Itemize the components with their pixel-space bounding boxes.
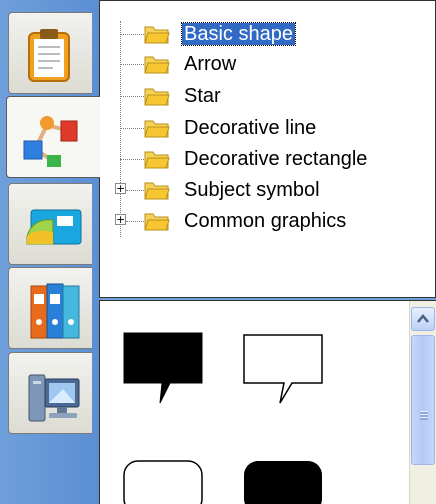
- vertical-scrollbar[interactable]: [409, 301, 436, 504]
- tree-item-label: Star: [184, 85, 221, 107]
- binders-icon: [30, 283, 80, 339]
- computer-icon: [28, 374, 80, 422]
- rounded-rectangle-outline[interactable]: [122, 459, 206, 504]
- folder-icon: [144, 151, 170, 169]
- scroll-thumb[interactable]: [411, 335, 435, 465]
- side-tab-strip: [0, 0, 100, 504]
- tree-connector-line: [120, 21, 121, 237]
- speech-bubble-black[interactable]: [122, 331, 206, 407]
- tree-item-label: Arrow: [184, 53, 237, 75]
- speech-bubble-outline[interactable]: [242, 333, 326, 409]
- shapes-connector-icon: [23, 116, 78, 167]
- rounded-rectangle-black[interactable]: [242, 459, 326, 504]
- folder-icon: [144, 26, 170, 44]
- tree-item-label: Basic shape: [181, 22, 296, 46]
- folder-icon: [144, 88, 170, 106]
- shape-category-tree[interactable]: Basic shape Arrow Star Decorative line D: [99, 0, 436, 298]
- tree-item-label: Subject symbol: [184, 179, 320, 201]
- expand-plus-icon[interactable]: +: [115, 183, 126, 194]
- tab-computer[interactable]: [8, 352, 92, 434]
- tab-clipboard[interactable]: [8, 12, 92, 94]
- cards-icon: [26, 209, 82, 245]
- grip-icon: [420, 411, 428, 420]
- tab-shapes[interactable]: [6, 96, 100, 178]
- chevron-up-icon: [417, 314, 429, 323]
- folder-icon: [144, 182, 170, 200]
- clipboard-icon: [28, 29, 70, 82]
- tree-item-label: Decorative line: [184, 117, 317, 139]
- folder-icon: [144, 213, 170, 231]
- tree-item-label: Common graphics: [184, 210, 347, 232]
- folder-icon: [144, 56, 170, 74]
- folder-icon: [144, 120, 170, 138]
- tree-item-label: Decorative rectangle: [184, 148, 368, 170]
- expand-plus-icon[interactable]: +: [115, 214, 126, 225]
- tab-cards[interactable]: [8, 183, 92, 265]
- tab-binders[interactable]: [8, 267, 92, 349]
- shape-gallery: [99, 300, 436, 504]
- scroll-up-button[interactable]: [411, 307, 435, 331]
